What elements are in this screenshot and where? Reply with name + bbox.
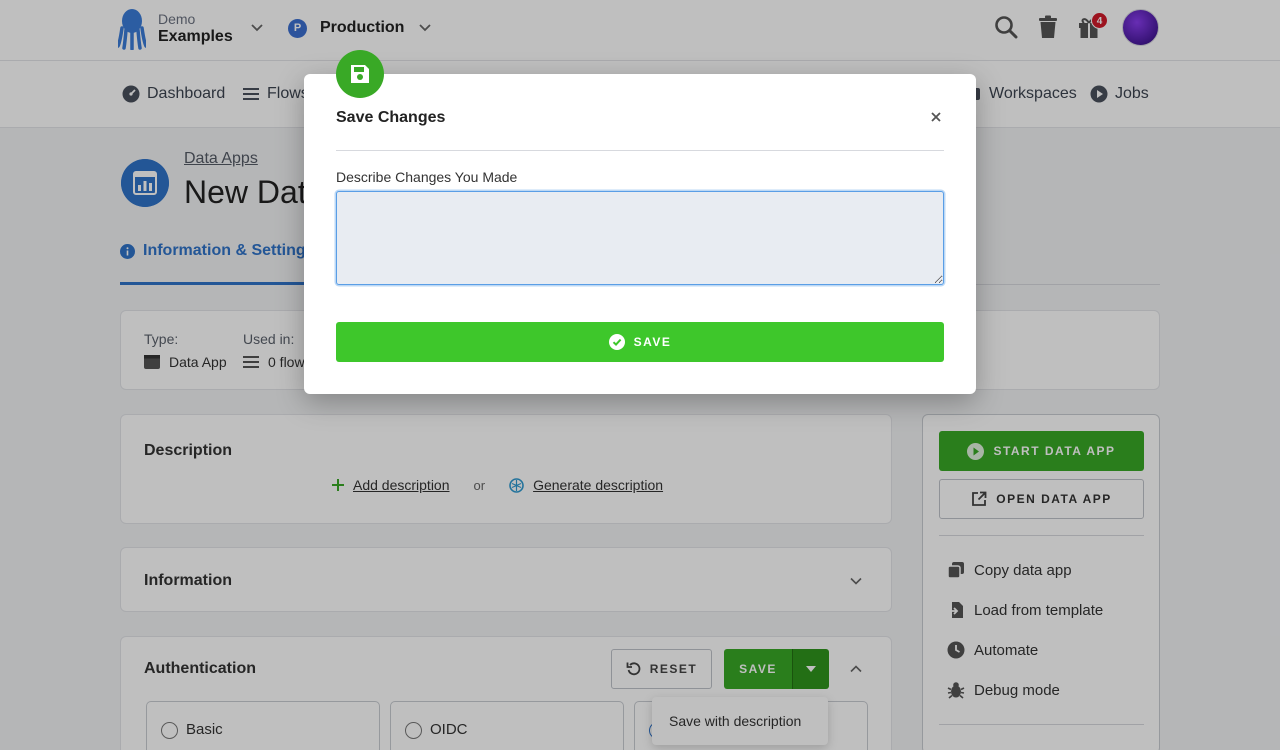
change-description-textarea[interactable] [336, 191, 944, 285]
check-circle-icon [608, 334, 625, 350]
save-changes-modal: Save Changes Describe Changes You Made S… [304, 50, 976, 394]
modal-title: Save Changes [336, 109, 446, 126]
description-field-label: Describe Changes You Made [336, 169, 518, 185]
floppy-disk-icon [351, 65, 369, 83]
close-icon[interactable] [928, 109, 944, 125]
save-icon [336, 50, 384, 98]
modal-save-button[interactable]: SAVE [336, 322, 944, 362]
modal-divider [336, 150, 944, 151]
